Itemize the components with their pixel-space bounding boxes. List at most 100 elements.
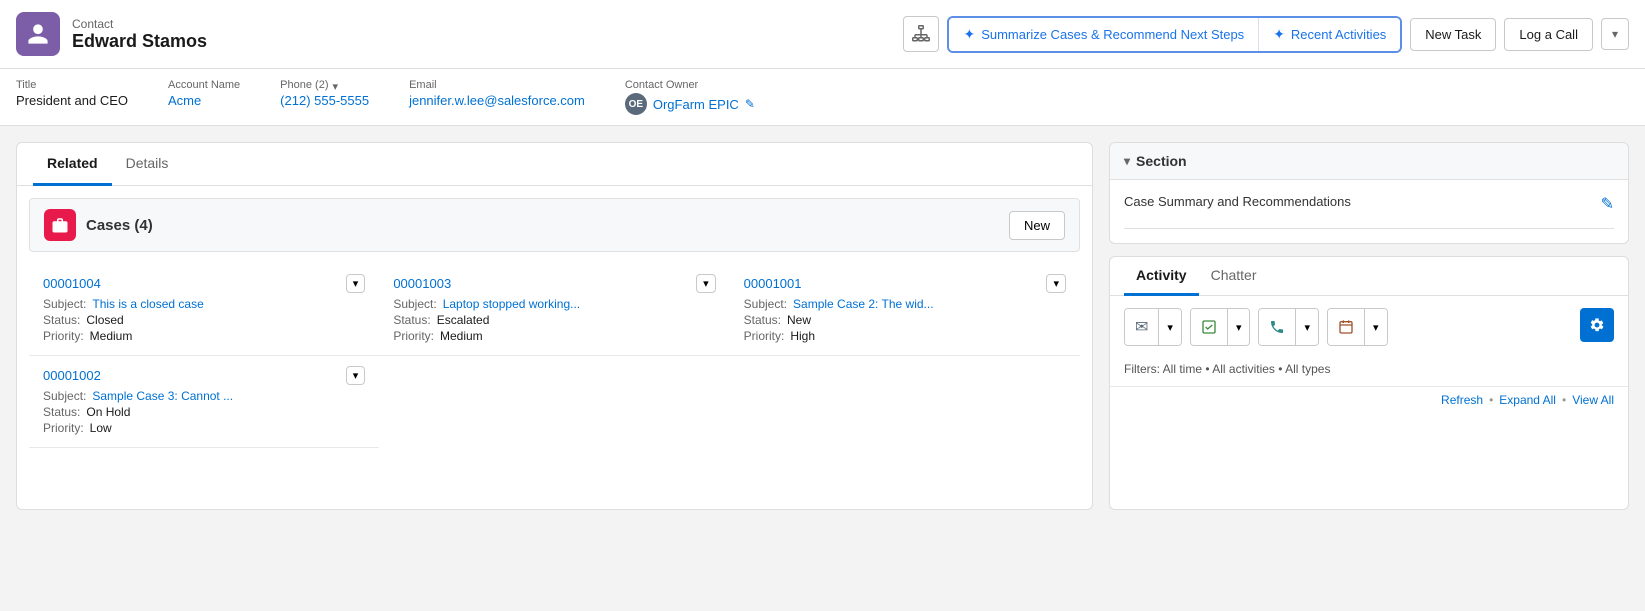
case-1-status: Status: Closed [43,313,365,327]
task-dropdown-button[interactable]: ▾ [1228,309,1250,345]
owner-group: OE OrgFarm EPIC ✎ [625,93,755,115]
activity-bottom-links: Refresh • Expand All • View All [1110,386,1628,413]
summarize-cases-button[interactable]: ✦ Summarize Cases & Recommend Next Steps [949,18,1259,51]
email-label: Email [409,79,585,91]
case-3-dropdown[interactable]: ▾ [1046,274,1066,293]
org-chart-button[interactable] [903,16,939,52]
cases-title: Cases (4) [86,217,153,234]
task-icon [1201,319,1217,335]
log-call-button[interactable]: Log a Call [1504,18,1593,51]
phone-link[interactable]: (212) 555-5555 [280,93,369,108]
owner-label: Contact Owner [625,79,755,91]
status-value-1: Closed [86,313,123,327]
chevron-down-icon[interactable]: ▾ [1124,154,1130,168]
main-layout: Related Details Cases (4) New [0,126,1645,526]
header: Contact Edward Stamos ✦ Summarize Cases … [0,0,1645,69]
right-panel: ▾ Section Case Summary and Recommendatio… [1109,142,1629,510]
case-2-header: 00001003 ▾ [393,274,715,293]
email-icon: ✉ [1135,317,1148,337]
fields-row: Title President and CEO Account Name Acm… [0,69,1645,126]
case-4-header: 00001002 ▾ [43,366,365,385]
subject-value-3[interactable]: Sample Case 2: The wid... [793,297,934,311]
title-field: Title President and CEO [16,79,128,108]
case-item: 00001001 ▾ Subject: Sample Case 2: The w… [730,264,1080,356]
cases-header: Cases (4) New [29,198,1080,252]
ai-actions-group: ✦ Summarize Cases & Recommend Next Steps… [947,16,1402,53]
title-value: President and CEO [16,93,128,108]
account-label: Account Name [168,79,240,91]
contact-avatar [16,12,60,56]
task-button[interactable] [1191,309,1228,345]
case-2-status: Status: Escalated [393,313,715,327]
priority-label-4: Priority: [43,421,84,435]
priority-value-3: High [790,329,815,343]
case-4-priority: Priority: Low [43,421,365,435]
email-action-group: ✉ ▾ [1124,308,1182,346]
phone-dropdown-icon[interactable]: ▾ [332,80,338,93]
subject-label-3: Subject: [744,297,787,311]
account-link[interactable]: Acme [168,93,240,108]
cases-icon [44,209,76,241]
related-details-tabs: Related Details [17,143,1092,186]
calendar-button[interactable] [1328,309,1365,345]
email-link[interactable]: jennifer.w.lee@salesforce.com [409,93,585,108]
email-button[interactable]: ✉ [1125,309,1159,345]
section-edit-button[interactable]: ✎ [1601,194,1614,214]
priority-label-3: Priority: [744,329,785,343]
section-summary-label: Case Summary and Recommendations [1124,194,1351,209]
case-2-number[interactable]: 00001003 [393,276,451,291]
contact-title-block: Contact Edward Stamos [72,17,207,52]
status-label-2: Status: [393,313,430,327]
priority-value-4: Low [90,421,112,435]
tab-activity[interactable]: Activity [1124,257,1199,296]
org-chart-icon [912,25,930,43]
new-case-button[interactable]: New [1009,211,1065,240]
case-3-status: Status: New [744,313,1066,327]
phone-label-group: Phone (2) ▾ [280,79,369,93]
recent-activities-button[interactable]: ✦ Recent Activities [1259,18,1400,51]
contact-name: Edward Stamos [72,31,207,52]
new-task-button[interactable]: New Task [1410,18,1496,51]
title-label: Title [16,79,128,91]
activity-card: Activity Chatter ✉ ▾ [1109,256,1629,510]
tab-details[interactable]: Details [112,143,183,186]
owner-link[interactable]: OrgFarm EPIC [653,97,739,112]
activity-settings-button[interactable] [1580,308,1614,342]
view-all-link[interactable]: View All [1572,393,1614,407]
subject-value-2[interactable]: Laptop stopped working... [443,297,580,311]
case-3-number[interactable]: 00001001 [744,276,802,291]
owner-avatar: OE [625,93,647,115]
cases-section: Cases (4) New 00001004 ▾ Subject: This i… [17,186,1092,460]
account-field: Account Name Acme [168,79,240,108]
calendar-dropdown-button[interactable]: ▾ [1365,309,1387,345]
case-3-subject: Subject: Sample Case 2: The wid... [744,297,1066,311]
case-2-dropdown[interactable]: ▾ [696,274,716,293]
tab-related[interactable]: Related [33,143,112,186]
subject-value-4[interactable]: Sample Case 3: Cannot ... [92,389,233,403]
object-type-label: Contact [72,17,207,31]
case-4-dropdown[interactable]: ▾ [346,366,366,385]
call-button[interactable] [1259,309,1296,345]
tab-chatter[interactable]: Chatter [1199,257,1269,296]
case-4-number[interactable]: 00001002 [43,368,101,383]
case-4-subject: Subject: Sample Case 3: Cannot ... [43,389,365,403]
owner-edit-icon[interactable]: ✎ [745,97,755,111]
case-3-priority: Priority: High [744,329,1066,343]
call-dropdown-button[interactable]: ▾ [1296,309,1318,345]
filters-text: Filters: All time • All activities • All… [1124,362,1330,376]
case-1-dropdown[interactable]: ▾ [346,274,366,293]
status-label-3: Status: [744,313,781,327]
case-1-number[interactable]: 00001004 [43,276,101,291]
subject-value-1[interactable]: This is a closed case [92,297,203,311]
refresh-link[interactable]: Refresh [1441,393,1483,407]
email-dropdown-button[interactable]: ▾ [1159,309,1181,345]
phone-icon [1269,319,1285,335]
expand-all-link[interactable]: Expand All [1499,393,1556,407]
status-value-2: Escalated [437,313,490,327]
phone-field: Phone (2) ▾ (212) 555-5555 [280,79,369,108]
recent-activities-label: Recent Activities [1291,27,1386,42]
more-actions-button[interactable]: ▾ [1601,18,1629,50]
owner-initials: OE [629,99,643,110]
header-actions: ✦ Summarize Cases & Recommend Next Steps… [903,16,1629,53]
sparkle-icon-1: ✦ [963,26,975,43]
